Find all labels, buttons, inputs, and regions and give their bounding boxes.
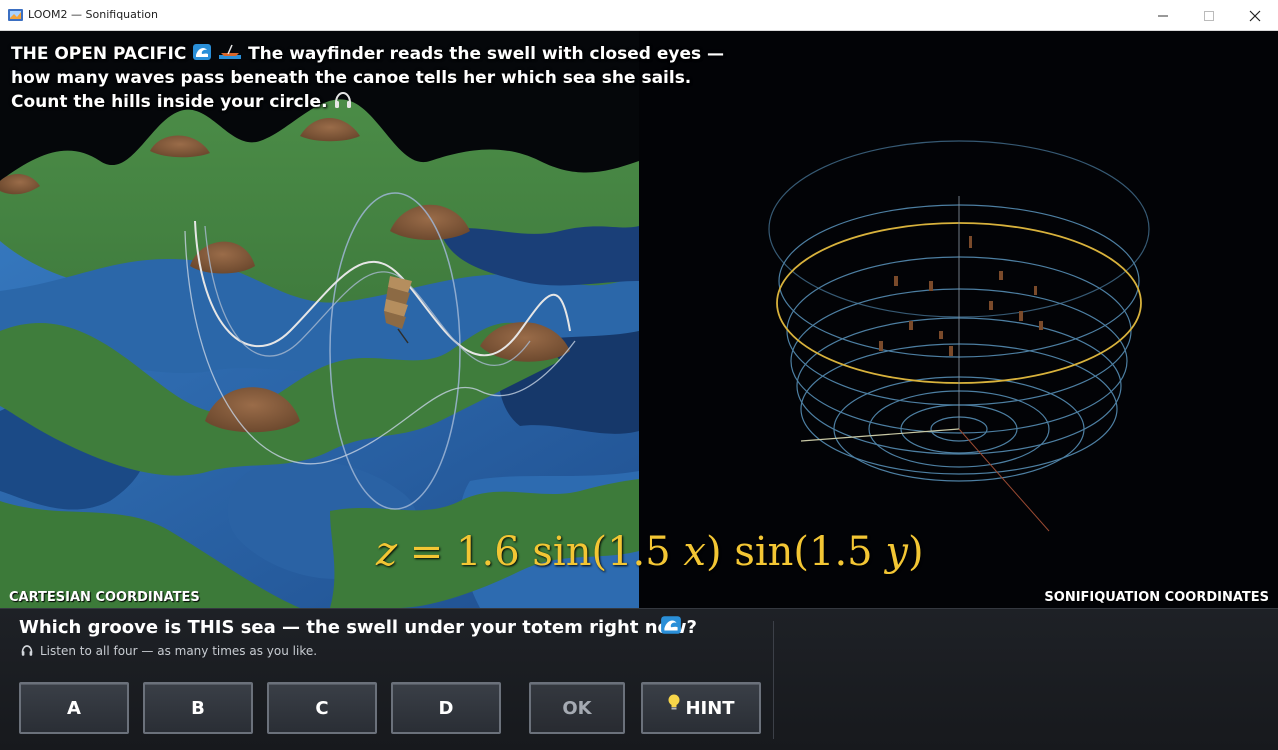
scene-prompt: THE OPEN PACIFIC The wayfinder reads the… (11, 42, 731, 114)
wave-icon (193, 44, 212, 60)
equation-lhs: z (376, 529, 398, 575)
scene-viewport[interactable]: THE OPEN PACIFIC The wayfinder reads the… (0, 31, 1278, 608)
lightbulb-icon (668, 694, 680, 710)
wave-icon (661, 616, 681, 634)
answer-c-label: C (315, 697, 329, 719)
close-icon (1249, 10, 1261, 21)
sonifiquation-coordinates-label: SONIFIQUATION COORDINATES (1044, 590, 1269, 605)
prompt-line-2: how many waves pass beneath the canoe te… (11, 68, 692, 88)
canoe-icon (219, 44, 242, 59)
maximize-icon (1204, 10, 1214, 21)
equation-arg-2-var: y (885, 529, 908, 575)
equation-arg-1-num: 1.5 (607, 529, 671, 575)
window-title: LOOM2 — Sonifiquation (28, 8, 158, 21)
panel-divider (773, 621, 774, 739)
maximize-button[interactable] (1186, 0, 1232, 31)
terrain-surface (0, 31, 639, 608)
minimize-icon (1158, 15, 1168, 16)
ok-button[interactable]: OK (529, 682, 625, 734)
hint-label: HINT (685, 697, 735, 719)
cartesian-coordinates-label: CARTESIAN COORDINATES (9, 590, 200, 605)
prompt-line-3: Count the hills inside your circle. (11, 92, 328, 112)
sonification-cylinder (639, 31, 1278, 608)
equation-fn-1: sin (532, 529, 592, 575)
headphones-icon (21, 645, 33, 656)
answer-b-button[interactable]: B (143, 682, 253, 734)
ok-label: OK (562, 697, 592, 719)
equation-fn-2: sin (734, 529, 794, 575)
app-icon (8, 9, 23, 21)
question-panel: Which groove is THIS sea — the swell und… (0, 608, 1278, 750)
answer-d-button[interactable]: D (391, 682, 501, 734)
prompt-heading: THE OPEN PACIFIC (11, 44, 187, 64)
minimize-button[interactable] (1140, 0, 1186, 31)
question-text: Which groove is THIS sea — the swell und… (19, 617, 697, 638)
listen-instruction: Listen to all four — as many times as yo… (20, 644, 317, 658)
headphones-icon[interactable] (333, 90, 353, 110)
answer-b-label: B (191, 697, 205, 719)
sonifiquation-view[interactable] (639, 31, 1278, 608)
equation-arg-1-var: x (683, 529, 706, 575)
cartesian-view[interactable] (0, 31, 639, 608)
listen-text: Listen to all four — as many times as yo… (40, 644, 318, 658)
equation-display: z = 1.6 sin(1.5 x) sin(1.5 y) (376, 529, 924, 575)
window-titlebar: LOOM2 — Sonifiquation (0, 0, 1278, 31)
equation-equals: = (409, 529, 444, 575)
equation-coefficient: 1.6 (456, 529, 520, 575)
answer-a-button[interactable]: A (19, 682, 129, 734)
answer-d-label: D (438, 697, 454, 719)
answer-c-button[interactable]: C (267, 682, 377, 734)
equation-arg-2-num: 1.5 (809, 529, 873, 575)
prompt-line-1: The wayfinder reads the swell with close… (248, 44, 725, 64)
answer-a-label: A (67, 697, 81, 719)
close-button[interactable] (1232, 0, 1278, 31)
hint-button[interactable]: HINT (641, 682, 761, 734)
